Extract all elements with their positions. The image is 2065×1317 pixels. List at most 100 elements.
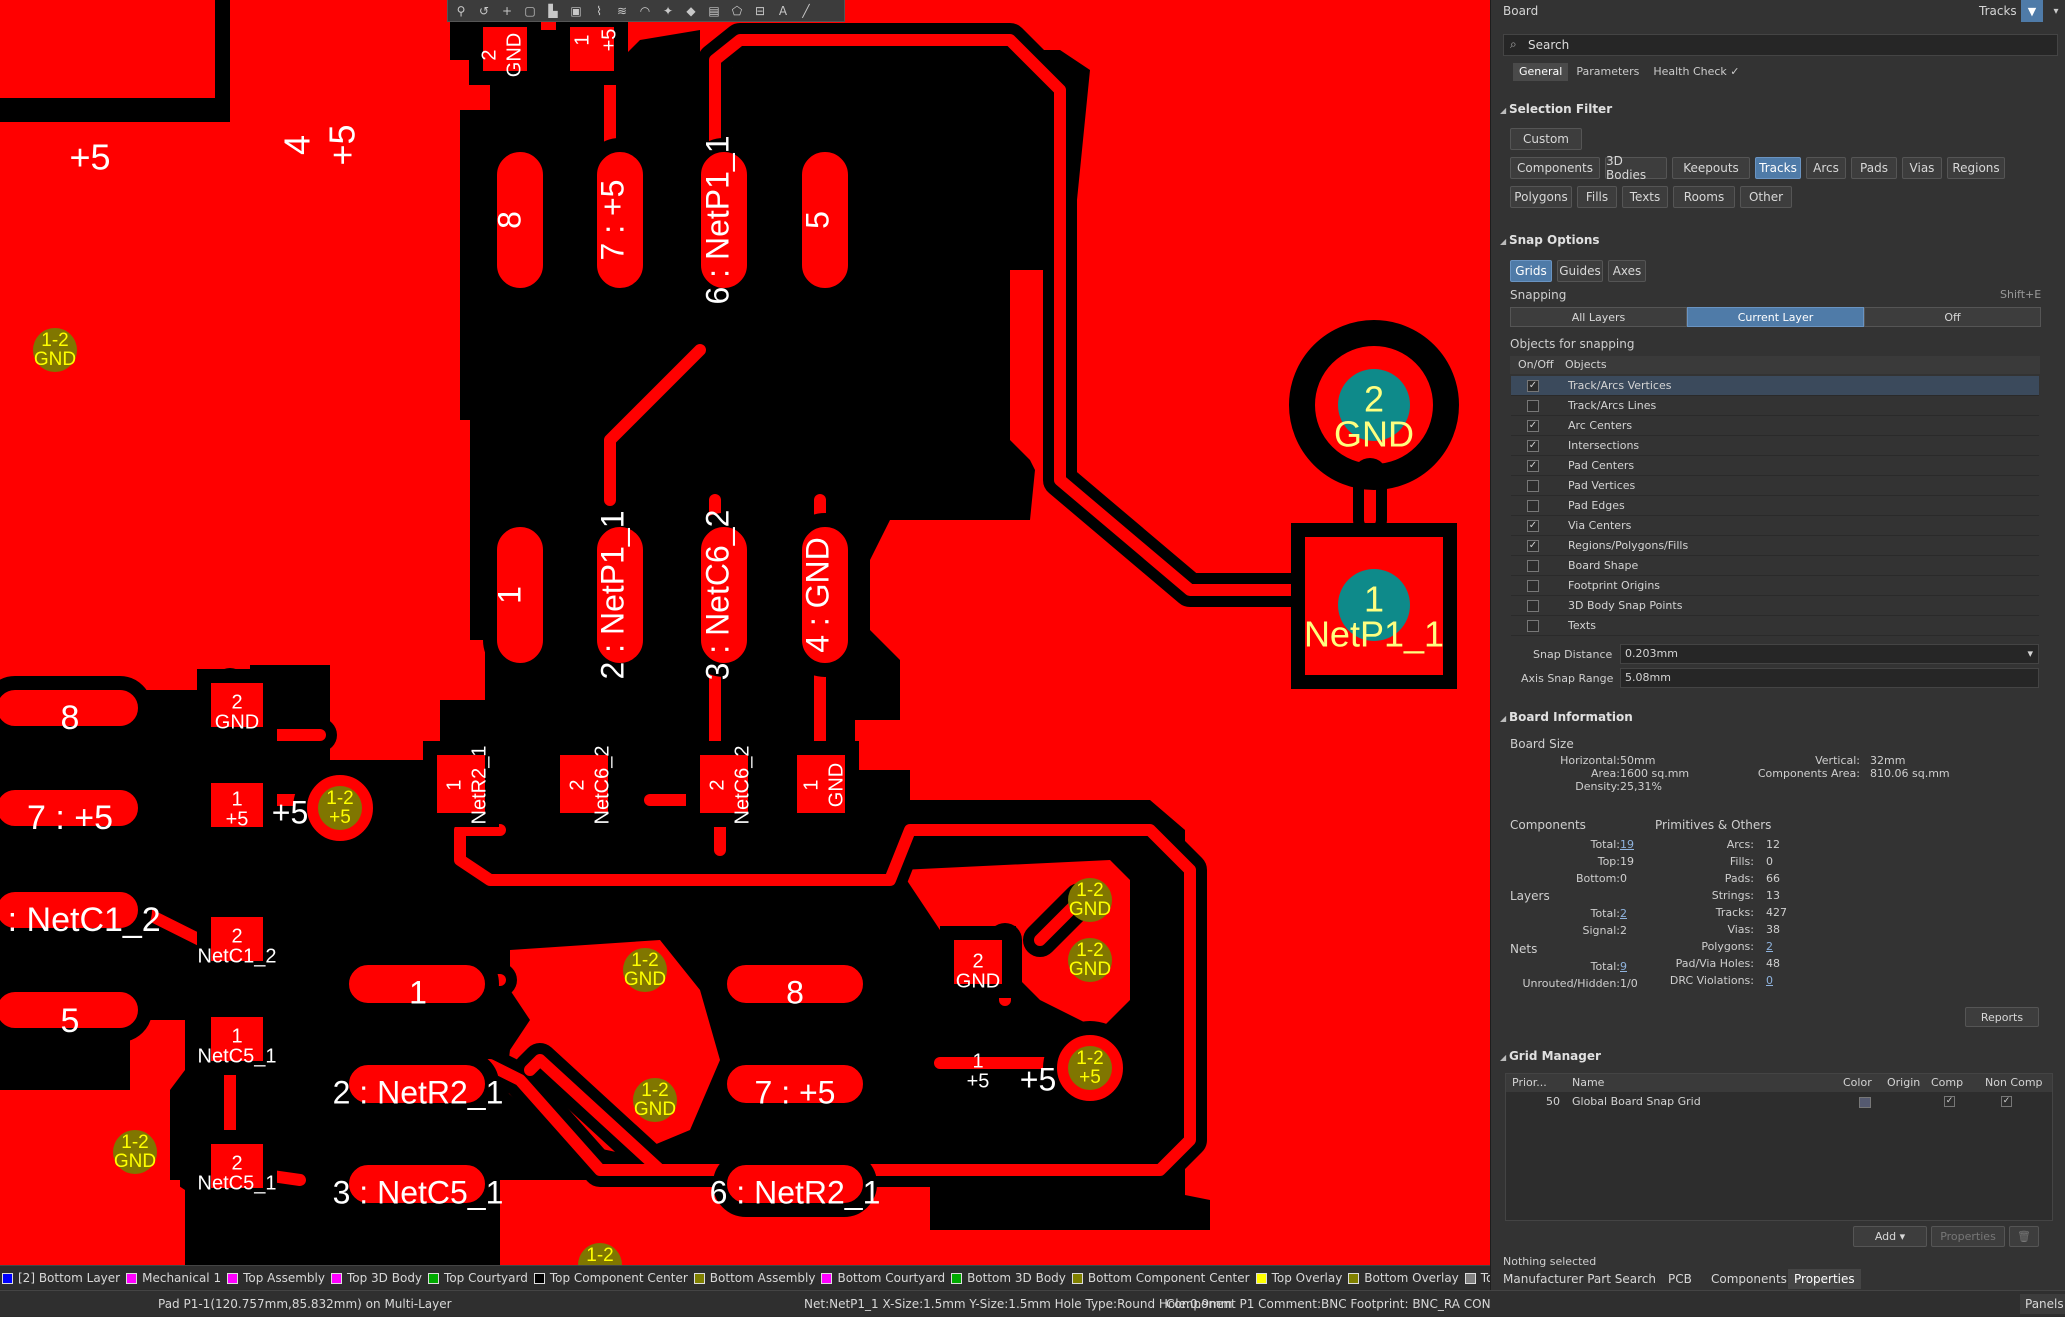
layer-tab[interactable]: Bottom Courtyard	[821, 1266, 945, 1289]
filter-other-button[interactable]: Other	[1740, 186, 1792, 208]
layer-tab[interactable]: Mechanical 1	[126, 1266, 221, 1289]
tab-general[interactable]: General	[1513, 63, 1569, 81]
filter-3d-bodies-button[interactable]: 3D Bodies	[1605, 154, 1667, 182]
line-icon[interactable]: ╱	[797, 2, 815, 20]
snapping-off-option[interactable]: Off	[1864, 307, 2041, 327]
filter-tracks-button[interactable]: Tracks	[1755, 157, 1801, 179]
selection-filter-header[interactable]: Selection Filter	[1500, 102, 1612, 116]
grid-properties-button[interactable]: Properties	[1931, 1226, 2005, 1247]
snap-object-checkbox[interactable]	[1527, 620, 1539, 632]
snap-object-row[interactable]: ✓ Intersections	[1511, 436, 2039, 456]
grid-row[interactable]: 50 Global Board Snap Grid ✓ ✓	[1506, 1093, 2052, 1111]
layer-tab[interactable]: Top Component Center	[533, 1266, 688, 1289]
grid-color-swatch[interactable]	[1859, 1097, 1871, 1108]
tab-health-check[interactable]: Health Check ✓	[1647, 63, 1745, 81]
snap-object-row[interactable]: Pad Edges	[1511, 496, 2039, 516]
nets-total-value[interactable]: 9	[1620, 960, 1627, 973]
reports-button[interactable]: Reports	[1965, 1007, 2039, 1027]
plus-icon[interactable]: +	[498, 2, 516, 20]
wire-icon[interactable]: ⌇	[590, 2, 608, 20]
polygon-icon[interactable]: ⬠	[728, 2, 746, 20]
snapping-current-layer-option[interactable]: Current Layer	[1687, 307, 1864, 327]
polygons-value[interactable]: 2	[1766, 940, 1773, 953]
panel-tab-properties[interactable]: Properties	[1788, 1269, 1861, 1289]
layer-tab[interactable]: Top 3D Body	[330, 1266, 422, 1289]
pcb-board-view[interactable]: +5 4 +52 GND 1 +58 7 : +5 6 : NetP1_1 51 2 : NetP…	[0, 0, 1490, 1265]
snap-axes-button[interactable]: Axes	[1608, 260, 1646, 282]
grid-col-header[interactable]: Non Comp	[1985, 1074, 2043, 1092]
grid-manager-header[interactable]: Grid Manager	[1500, 1049, 1601, 1063]
snap-object-checkbox[interactable]	[1527, 480, 1539, 492]
snap-distance-select[interactable]: 0.203mm ▾	[1620, 644, 2039, 664]
comp-total-value[interactable]: 19	[1620, 838, 1634, 851]
search-input[interactable]: Search	[1528, 38, 1569, 52]
snap-options-header[interactable]: Snap Options	[1500, 233, 1600, 247]
snap-object-row[interactable]: ✓ Via Centers	[1511, 516, 2039, 536]
grid-col-header[interactable]: Comp	[1931, 1074, 1963, 1092]
layer-tab[interactable]: Top Courtyard	[428, 1266, 528, 1289]
snap-object-checkbox[interactable]: ✓	[1527, 420, 1539, 432]
snap-object-row[interactable]: Board Shape	[1511, 556, 2039, 576]
snap-object-row[interactable]: Footprint Origins	[1511, 576, 2039, 596]
diff-icon[interactable]: ≋	[613, 2, 631, 20]
snap-object-checkbox[interactable]	[1527, 580, 1539, 592]
tab-parameters[interactable]: Parameters	[1570, 63, 1645, 81]
filter-vias-button[interactable]: Vias	[1902, 157, 1942, 179]
snap-object-checkbox[interactable]: ✓	[1527, 520, 1539, 532]
rect-select-icon[interactable]: ▢	[521, 2, 539, 20]
panel-tab-manufacturer-part-search[interactable]: Manufacturer Part Search	[1497, 1269, 1662, 1289]
snap-object-row[interactable]: Texts	[1511, 616, 2039, 636]
component-icon[interactable]: ▣	[567, 2, 585, 20]
layer-tab[interactable]: [2] Bottom Layer	[2, 1266, 120, 1289]
snap-object-checkbox[interactable]: ✓	[1527, 440, 1539, 452]
light-icon[interactable]: ✦	[659, 2, 677, 20]
layer-tab[interactable]: Top Paste	[1464, 1266, 1490, 1289]
snap-object-checkbox[interactable]	[1527, 560, 1539, 572]
dimension-icon[interactable]: ⊟	[751, 2, 769, 20]
snapping-all-layers-option[interactable]: All Layers	[1510, 307, 1687, 327]
filter-rooms-button[interactable]: Rooms	[1673, 186, 1735, 208]
fill-icon[interactable]: ▤	[705, 2, 723, 20]
text-icon[interactable]: A	[774, 2, 792, 20]
search-box[interactable]: ⌕ Search	[1503, 34, 2058, 56]
snap-object-checkbox[interactable]	[1527, 600, 1539, 612]
snap-object-checkbox[interactable]	[1527, 400, 1539, 412]
axis-snap-range-input[interactable]: 5.08mm	[1620, 668, 2039, 688]
snap-object-row[interactable]: ✓ Track/Arcs Vertices	[1511, 376, 2039, 396]
snap-object-row[interactable]: Pad Vertices	[1511, 476, 2039, 496]
add-grid-button[interactable]: Add ▾	[1853, 1226, 1927, 1247]
pcb-canvas[interactable]: +5 4 +5 2 GND 1 +5 8 7 : +5 6 : NetP1_1 5 1 2 : NetP…	[0, 0, 1490, 1265]
grid-col-header[interactable]: Color	[1843, 1074, 1872, 1092]
custom-filter-button[interactable]: Custom	[1510, 128, 1582, 150]
layer-tab[interactable]: Bottom Assembly	[693, 1266, 815, 1289]
layer-tab[interactable]: Bottom Component Center	[1071, 1266, 1250, 1289]
snap-object-row[interactable]: 3D Body Snap Points	[1511, 596, 2039, 616]
filter-components-button[interactable]: Components	[1510, 157, 1600, 179]
filter-arcs-button[interactable]: Arcs	[1806, 157, 1846, 179]
filter-pads-button[interactable]: Pads	[1851, 157, 1897, 179]
panels-button[interactable]: Panels	[2020, 1294, 2065, 1314]
snap-object-row[interactable]: ✓ Regions/Polygons/Fills	[1511, 536, 2039, 556]
layer-tab[interactable]: Top Assembly	[227, 1266, 325, 1289]
grid-noncomp-checkbox[interactable]: ✓	[2001, 1096, 2012, 1107]
snap-object-row[interactable]: ✓ Arc Centers	[1511, 416, 2039, 436]
grid-col-header[interactable]: Name	[1572, 1074, 1604, 1092]
snap-object-checkbox[interactable]: ✓	[1527, 460, 1539, 472]
layer-tab[interactable]: Bottom 3D Body	[951, 1266, 1066, 1289]
layer-tab[interactable]: Bottom Overlay	[1348, 1266, 1459, 1289]
grid-comp-checkbox[interactable]: ✓	[1944, 1096, 1955, 1107]
board-information-header[interactable]: Board Information	[1500, 710, 1633, 724]
layer-tab[interactable]: Top Overlay	[1255, 1266, 1342, 1289]
filter-icon[interactable]: ⚲	[452, 2, 470, 20]
grid-col-header[interactable]: Origin	[1887, 1074, 1920, 1092]
route-icon[interactable]: ↺	[475, 2, 493, 20]
grid-col-header[interactable]: Prior...	[1512, 1074, 1547, 1092]
chevron-down-icon[interactable]: ▾	[2047, 0, 2065, 22]
filter-regions-button[interactable]: Regions	[1947, 157, 2005, 179]
snap-object-row[interactable]: ✓ Pad Centers	[1511, 456, 2039, 476]
delete-grid-icon[interactable]: 🗑	[2009, 1226, 2039, 1247]
snap-guides-button[interactable]: Guides	[1557, 260, 1603, 282]
filter-icon[interactable]: ▼	[2021, 0, 2043, 22]
snap-object-row[interactable]: Track/Arcs Lines	[1511, 396, 2039, 416]
snap-grids-button[interactable]: Grids	[1510, 260, 1552, 282]
